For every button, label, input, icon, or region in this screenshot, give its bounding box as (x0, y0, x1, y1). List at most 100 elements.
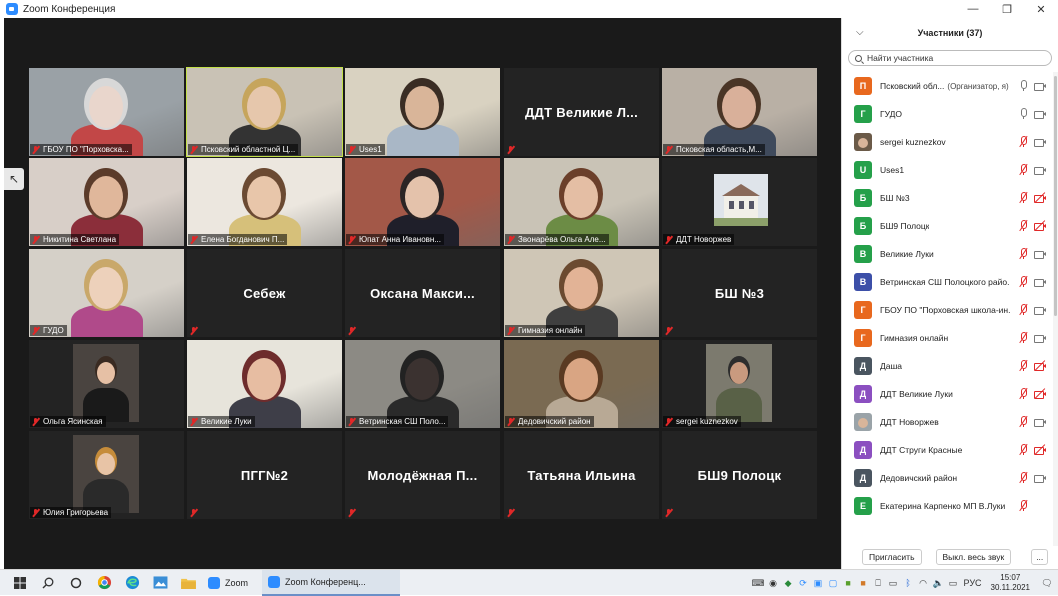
video-tile[interactable]: БШ9 Полоцк (662, 431, 817, 519)
mic-muted-icon[interactable] (1018, 275, 1028, 288)
battery-icon[interactable]: ▭ (946, 570, 961, 596)
close-button[interactable]: ✕ (1024, 0, 1058, 18)
minimize-button[interactable]: — (956, 0, 990, 18)
video-tile[interactable]: Себеж (187, 249, 342, 337)
video-tile[interactable]: Псковский областной Ц... (186, 67, 343, 157)
video-tile[interactable]: Великие Луки (187, 340, 342, 428)
mic-muted-icon[interactable] (1018, 471, 1028, 484)
participant-row[interactable]: Г Гимназия онлайн (842, 324, 1052, 352)
video-tile[interactable]: Ольга Ясинская (29, 340, 184, 428)
bluetooth-icon[interactable]: ᛒ (901, 570, 916, 596)
more-options-button[interactable]: ... (1031, 549, 1049, 565)
participant-row[interactable]: Г ГБОУ ПО "Порховская школа-ин... (842, 296, 1052, 324)
video-tile[interactable]: Ветринская СШ Поло... (345, 340, 500, 428)
nvidia-icon[interactable]: ■ (841, 570, 856, 596)
sync-icon[interactable]: ⟳ (796, 570, 811, 596)
participant-row[interactable]: Д ДДТ Великие Луки (842, 380, 1052, 408)
participant-row[interactable]: ДДТ Новоржев (842, 408, 1052, 436)
video-tile[interactable]: Татьяна Ильина (504, 431, 659, 519)
mic-muted-icon[interactable] (1018, 359, 1028, 372)
chrome-icon[interactable] (90, 570, 118, 596)
participant-row[interactable]: Д Дедовичский район (842, 464, 1052, 492)
camera-off-icon[interactable] (1034, 388, 1046, 399)
camera-icon[interactable] (1034, 80, 1046, 91)
collapse-chevron-icon[interactable]: ⌵ (856, 27, 864, 38)
video-tile[interactable]: Юлия Григорьева (29, 431, 184, 519)
mic-icon[interactable] (1018, 80, 1028, 91)
mic-muted-icon[interactable] (1018, 499, 1028, 512)
participant-row[interactable]: В Великие Луки (842, 240, 1052, 268)
gallery-pointer-icon[interactable]: ↖ (4, 168, 24, 190)
camera-icon[interactable] (1034, 136, 1046, 147)
video-tile[interactable]: Дедовичский район (504, 340, 659, 428)
edge-icon[interactable] (118, 570, 146, 596)
camera-icon[interactable] (1034, 276, 1046, 287)
scrollbar-thumb[interactable] (1054, 76, 1057, 316)
language-indicator[interactable]: РУС (961, 570, 985, 596)
camera-off-icon[interactable] (1034, 360, 1046, 371)
photos-app-icon[interactable] (146, 570, 174, 596)
participant-row[interactable]: Е Екатерина Карпенко МП В.Луки (842, 492, 1052, 520)
taskbar-zoom-conference[interactable]: Zoom Конференц... (262, 569, 400, 596)
participant-row[interactable]: В Ветринская СШ Полоцкого райо... (842, 268, 1052, 296)
video-tile[interactable]: Никитина Светлана (29, 158, 184, 246)
mic-icon[interactable] (1018, 108, 1028, 119)
mic-muted-icon[interactable] (1018, 415, 1028, 428)
video-tile[interactable]: ДДТ Великие Л... (504, 68, 659, 156)
participant-row[interactable]: Б БШ №3 (842, 184, 1052, 212)
clock[interactable]: 15:07 30.11.2021 (991, 573, 1030, 593)
camera-icon[interactable] (1034, 472, 1046, 483)
participant-list-scrollbar[interactable] (1053, 72, 1058, 546)
video-tile[interactable]: Звонарёва Ольга Але... (504, 158, 659, 246)
notifications-icon[interactable]: 🗨 (1036, 570, 1058, 596)
screen-share-icon[interactable]: ▢ (826, 570, 841, 596)
participant-row[interactable]: U Uses1 (842, 156, 1052, 184)
video-tile[interactable]: Юпат Анна Ивановн... (345, 158, 500, 246)
keyboard-icon[interactable]: ⌨ (751, 570, 766, 596)
mic-muted-icon[interactable] (1018, 331, 1028, 344)
participant-row[interactable]: Д Даша (842, 352, 1052, 380)
camera-icon[interactable] (1034, 248, 1046, 259)
video-tile[interactable]: Uses1 (345, 68, 500, 156)
mic-muted-icon[interactable] (1018, 247, 1028, 260)
participant-row[interactable]: П Псковский обл... (Организатор, я) (842, 72, 1052, 100)
wifi-icon[interactable]: ◠ (916, 570, 931, 596)
volume-icon[interactable]: 🔈 (931, 570, 946, 596)
video-tile[interactable]: sergei kuznezkov (662, 340, 817, 428)
mic-muted-icon[interactable] (1018, 135, 1028, 148)
webcam-icon[interactable]: ▣ (811, 570, 826, 596)
video-tile[interactable]: Гимназия онлайн (504, 249, 659, 337)
video-tile[interactable]: ГБОУ ПО "Порховска... (29, 68, 184, 156)
mic-muted-icon[interactable] (1018, 303, 1028, 316)
mic-muted-icon[interactable] (1018, 191, 1028, 204)
maximize-button[interactable]: ❐ (990, 0, 1024, 18)
video-tile[interactable]: Молодёжная П... (345, 431, 500, 519)
video-tile[interactable]: ДДТ Новоржев (662, 158, 817, 246)
video-tile[interactable]: БШ №3 (662, 249, 817, 337)
participant-row[interactable]: Д ДДТ Струги Красные (842, 436, 1052, 464)
mic-muted-icon[interactable] (1018, 219, 1028, 232)
app-tray-icon[interactable]: ■ (856, 570, 871, 596)
steam-icon[interactable]: ◉ (766, 570, 781, 596)
camera-icon[interactable] (1034, 108, 1046, 119)
shield-icon[interactable]: ◆ (781, 570, 796, 596)
video-tile[interactable]: Псковская область,М... (662, 68, 817, 156)
camera-icon[interactable] (1034, 332, 1046, 343)
camera-off-icon[interactable] (1034, 444, 1046, 455)
file-explorer-icon[interactable] (174, 570, 202, 596)
mic-muted-icon[interactable] (1018, 163, 1028, 176)
participant-row[interactable]: Б БШ9 Полоцк (842, 212, 1052, 240)
video-tile[interactable]: ГУДО (29, 249, 184, 337)
invite-button[interactable]: Пригласить (862, 549, 922, 565)
drive-icon[interactable]: ▭ (886, 570, 901, 596)
camera-icon[interactable] (1034, 416, 1046, 427)
participant-row[interactable]: sergei kuznezkov (842, 128, 1052, 156)
camera-icon[interactable] (1034, 304, 1046, 315)
camera-icon[interactable] (1034, 164, 1046, 175)
cortana-icon[interactable] (62, 570, 90, 596)
mic-muted-icon[interactable] (1018, 387, 1028, 400)
search-icon[interactable] (34, 570, 62, 596)
camera-off-icon[interactable] (1034, 220, 1046, 231)
usb-icon[interactable]: ⎕ (871, 570, 886, 596)
participant-row[interactable]: Г ГУДО (842, 100, 1052, 128)
